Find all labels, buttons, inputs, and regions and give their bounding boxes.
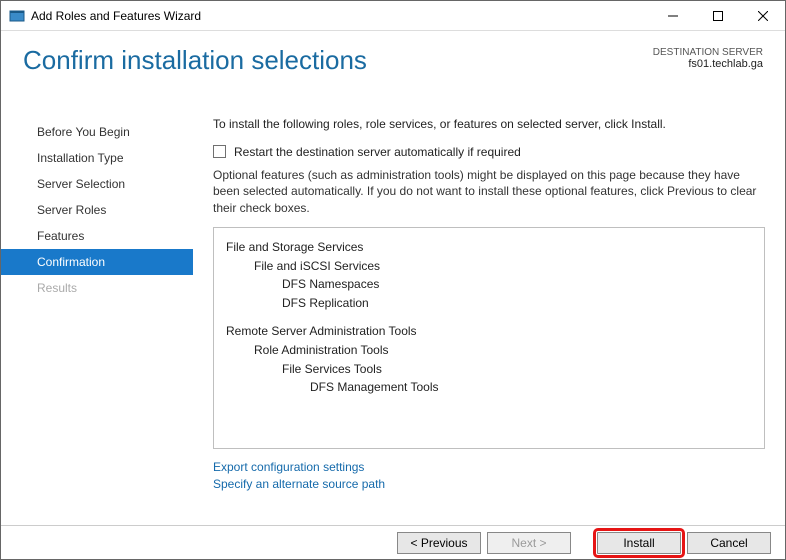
restart-label: Restart the destination server automatic…	[234, 145, 521, 159]
role-item: Role Administration Tools	[254, 341, 752, 360]
header: Confirm installation selections DESTINAT…	[1, 31, 785, 101]
role-item: File and iSCSI Services	[254, 257, 752, 276]
footer: < Previous Next > Install Cancel	[1, 525, 785, 560]
sidebar-item-installation-type[interactable]: Installation Type	[1, 145, 193, 171]
window-controls	[650, 1, 785, 30]
page-title: Confirm installation selections	[23, 45, 367, 76]
restart-checkbox-row[interactable]: Restart the destination server automatic…	[213, 145, 765, 159]
content-pane: To install the following roles, role ser…	[193, 101, 785, 525]
sidebar-item-confirmation[interactable]: Confirmation	[1, 249, 193, 275]
next-button: Next >	[487, 532, 571, 554]
optional-features-text: Optional features (such as administratio…	[213, 167, 765, 217]
role-item: File and Storage Services	[226, 238, 752, 257]
wizard-sidebar: Before You BeginInstallation TypeServer …	[1, 101, 193, 525]
intro-text: To install the following roles, role ser…	[213, 117, 765, 133]
restart-checkbox[interactable]	[213, 145, 226, 158]
sidebar-item-results: Results	[1, 275, 193, 301]
minimize-button[interactable]	[650, 1, 695, 30]
alt-source-link[interactable]: Specify an alternate source path	[213, 476, 765, 493]
role-item: File Services Tools	[282, 360, 752, 379]
app-icon	[9, 8, 25, 24]
role-item: DFS Management Tools	[310, 378, 752, 397]
destination-label: DESTINATION SERVER	[653, 47, 763, 58]
body: Before You BeginInstallation TypeServer …	[1, 101, 785, 525]
titlebar: Add Roles and Features Wizard	[1, 1, 785, 31]
sidebar-item-features[interactable]: Features	[1, 223, 193, 249]
close-button[interactable]	[740, 1, 785, 30]
maximize-button[interactable]	[695, 1, 740, 30]
role-item: DFS Namespaces	[282, 275, 752, 294]
role-item: DFS Replication	[282, 294, 752, 313]
cancel-button[interactable]: Cancel	[687, 532, 771, 554]
links-area: Export configuration settings Specify an…	[213, 459, 765, 494]
roles-list-box: File and Storage ServicesFile and iSCSI …	[213, 227, 765, 449]
install-button[interactable]: Install	[597, 532, 681, 554]
sidebar-item-server-selection[interactable]: Server Selection	[1, 171, 193, 197]
window-title: Add Roles and Features Wizard	[31, 9, 650, 23]
role-item: Remote Server Administration Tools	[226, 322, 752, 341]
destination-server-block: DESTINATION SERVER fs01.techlab.ga	[653, 45, 763, 70]
sidebar-item-server-roles[interactable]: Server Roles	[1, 197, 193, 223]
destination-value: fs01.techlab.ga	[653, 58, 763, 70]
export-config-link[interactable]: Export configuration settings	[213, 459, 765, 476]
previous-button[interactable]: < Previous	[397, 532, 481, 554]
sidebar-item-before-you-begin[interactable]: Before You Begin	[1, 119, 193, 145]
